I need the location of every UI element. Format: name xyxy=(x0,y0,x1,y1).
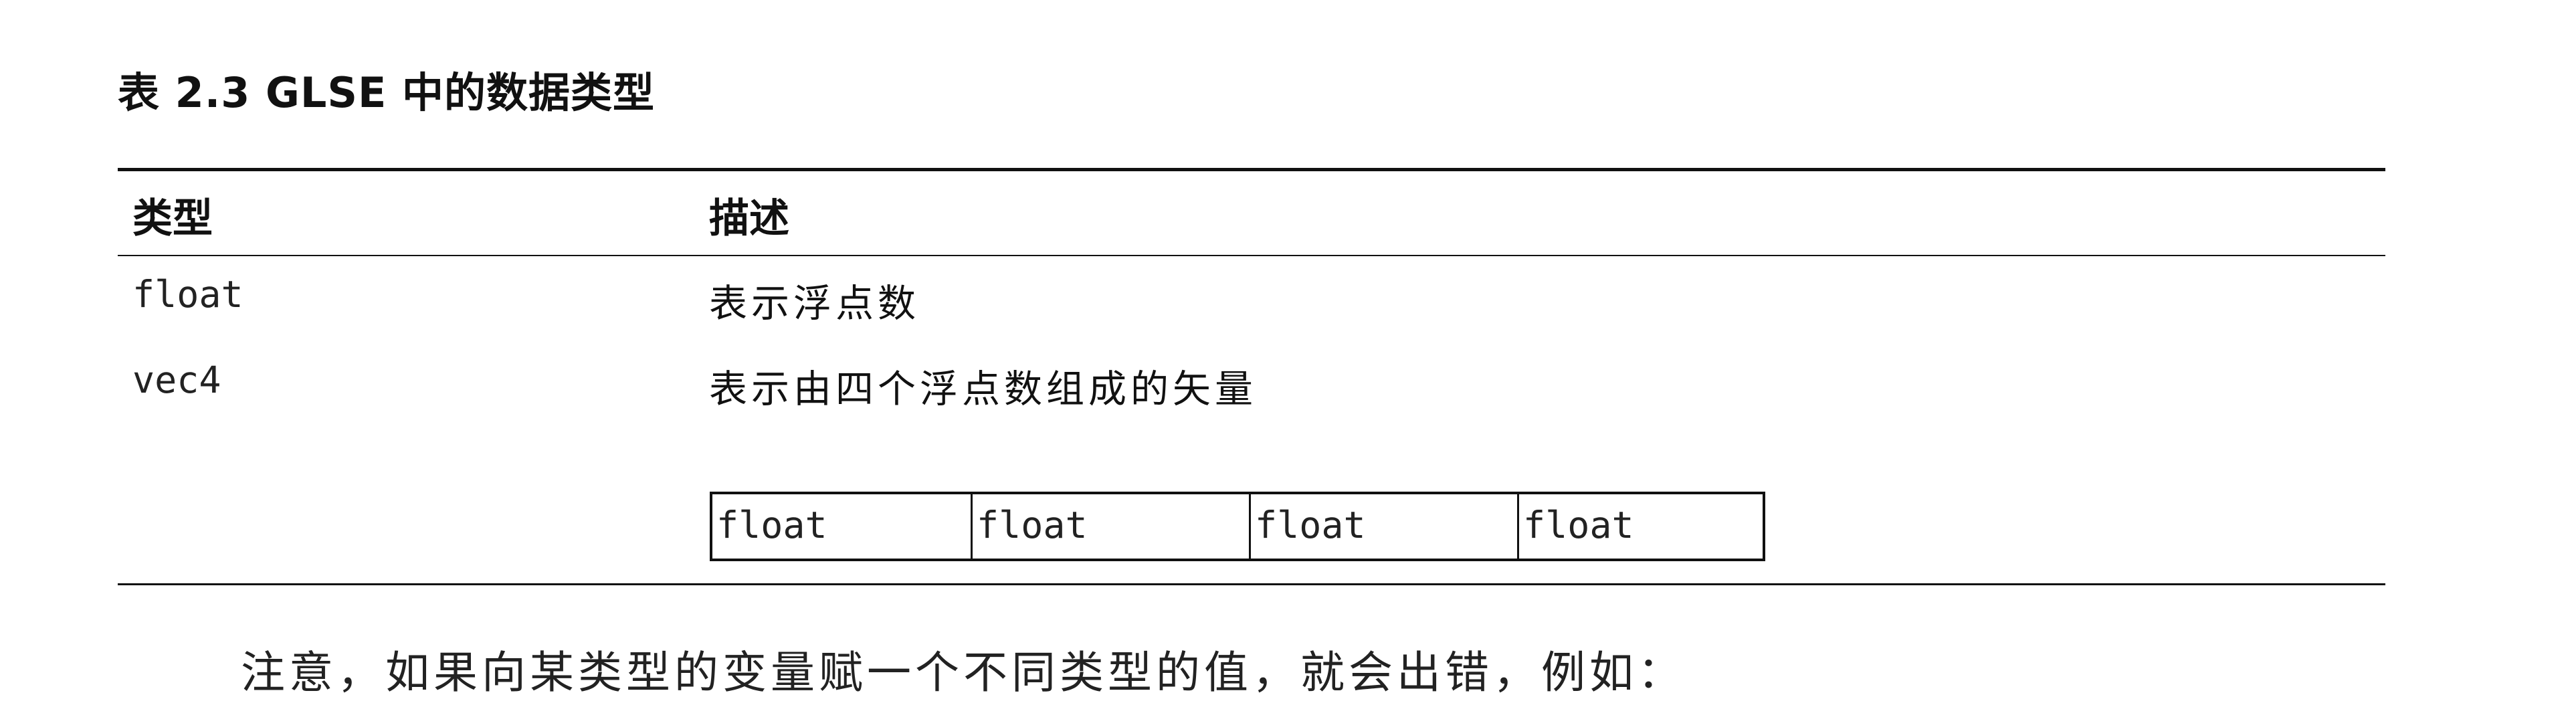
table-bottom-rule xyxy=(118,583,2385,585)
table-row-float-description: 表示浮点数 xyxy=(709,282,920,326)
table-top-rule xyxy=(118,168,2385,171)
vec4-component: float xyxy=(1523,504,1634,546)
header-description: 描述 xyxy=(709,195,789,242)
body-text-cut-off: 注意，如果向某类型的变量赋一个不同类型的值，就会出错，例如： xyxy=(241,647,1686,698)
table-row-float-type: float xyxy=(132,273,243,316)
vec4-component: float xyxy=(973,494,1251,559)
vec4-component: float xyxy=(1251,494,1519,559)
vec4-component: float xyxy=(712,494,973,559)
table-caption: 表 2.3 GLSE 中的数据类型 xyxy=(118,68,655,117)
table-row-vec4-description: 表示由四个浮点数组成的矢量 xyxy=(709,367,1257,411)
vec4-diagram: float float float float xyxy=(710,492,1765,561)
table-row-vec4-type: vec4 xyxy=(132,359,221,401)
table-header-rule xyxy=(118,255,2385,256)
header-type: 类型 xyxy=(132,195,213,242)
